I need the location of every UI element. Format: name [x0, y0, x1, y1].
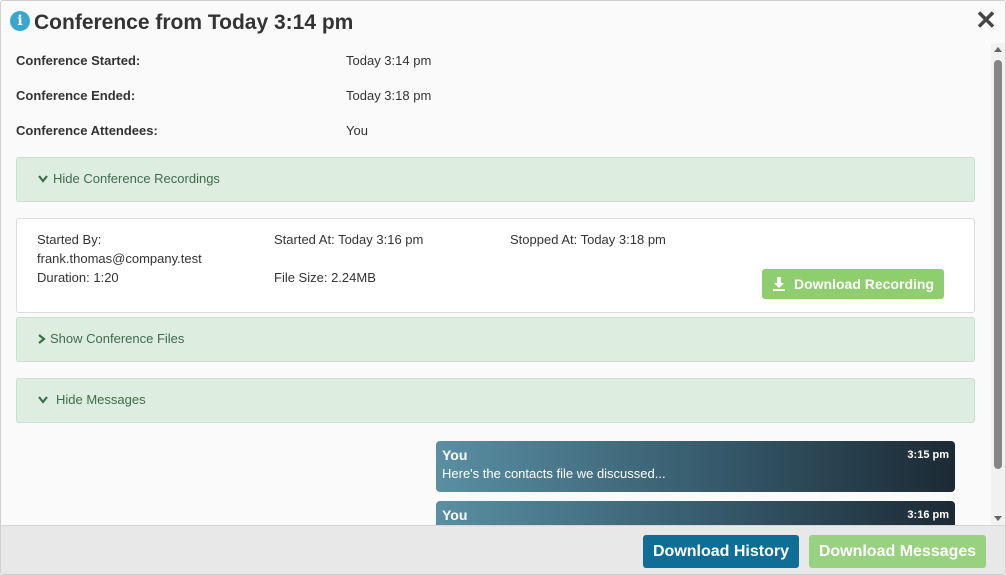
dialog-title: Conference from Today 3:14 pm [34, 11, 354, 34]
message-bubble: You 3:16 pm [436, 501, 955, 525]
recording-card: Started By: frank.thomas@company.test Du… [16, 218, 975, 313]
messages-toggle-panel[interactable]: Hide Messages [16, 378, 975, 423]
files-toggle-panel[interactable]: Show Conference Files [16, 317, 975, 362]
scrollbar-thumb[interactable] [994, 60, 1002, 469]
download-recording-label: Download Recording [794, 276, 934, 292]
recordings-toggle-panel[interactable]: Hide Conference Recordings [16, 157, 975, 202]
message-sender: You [442, 447, 468, 463]
download-messages-button[interactable]: Download Messages [809, 535, 986, 568]
dialog-footer: Download History Download Messages [1, 525, 1005, 574]
chevron-right-icon [38, 334, 46, 344]
stopped-at-text: Stopped At: Today 3:18 pm [510, 232, 666, 247]
file-size-text: File Size: 2.24MB [274, 270, 376, 285]
download-icon [773, 277, 785, 291]
conference-ended-label: Conference Ended: [16, 88, 136, 103]
conference-ended-value: Today 3:18 pm [346, 88, 432, 103]
message-time: 3:15 pm [907, 449, 949, 461]
started-at-text: Started At: Today 3:16 pm [274, 232, 424, 247]
conference-started-value: Today 3:14 pm [346, 53, 432, 68]
conference-attendees-value: You [346, 123, 368, 138]
conference-details-dialog: i Conference from Today 3:14 pm ✕ Confer… [0, 0, 1006, 575]
duration-text: Duration: 1:20 [37, 270, 119, 285]
vertical-scrollbar[interactable] [991, 43, 1005, 525]
message-bubble: You 3:15 pm Here's the contacts file we … [436, 441, 955, 492]
conference-attendees-label: Conference Attendees: [16, 123, 158, 138]
conference-started-label: Conference Started: [16, 53, 141, 68]
scroll-down-arrow-icon[interactable] [994, 516, 1002, 521]
dialog-header: i Conference from Today 3:14 pm ✕ [1, 1, 1005, 43]
message-text: Here's the contacts file we discussed... [442, 466, 666, 481]
download-history-button[interactable]: Download History [643, 535, 799, 568]
started-by-label: Started By: [37, 232, 102, 247]
info-icon: i [10, 11, 30, 31]
messages-toggle-label: Hide Messages [56, 392, 146, 407]
chevron-down-icon [38, 396, 48, 404]
dialog-body: Conference Started: Today 3:14 pm Confer… [1, 43, 991, 525]
download-recording-button[interactable]: Download Recording [762, 269, 944, 299]
chevron-down-icon [38, 175, 48, 183]
message-time: 3:16 pm [907, 509, 949, 521]
recordings-toggle-label: Hide Conference Recordings [53, 171, 220, 186]
started-by-value: frank.thomas@company.test [37, 251, 202, 266]
message-sender: You [442, 507, 468, 523]
close-icon[interactable]: ✕ [974, 7, 998, 33]
files-toggle-label: Show Conference Files [50, 331, 185, 346]
scroll-up-arrow-icon[interactable] [994, 47, 1002, 52]
